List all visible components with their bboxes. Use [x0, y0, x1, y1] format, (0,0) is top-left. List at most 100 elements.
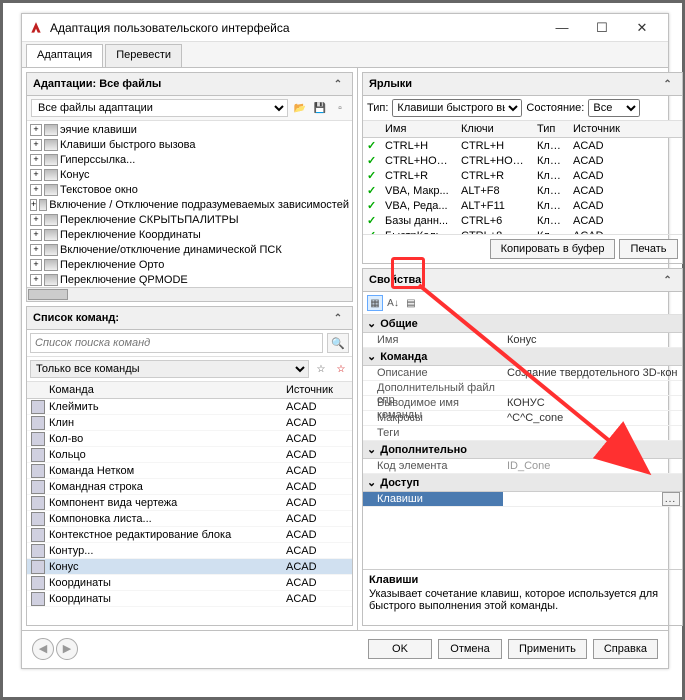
ok-button[interactable]: OK: [368, 639, 432, 659]
command-row[interactable]: Кол-воACAD: [27, 431, 352, 447]
state-combo[interactable]: Все: [588, 99, 640, 117]
command-list-panel: Список команд: ⌃ 🔍 Только все команды ☆ …: [26, 306, 353, 626]
tree-item[interactable]: +Переключение СКРЫТЬПАЛИТРЫ: [28, 212, 351, 227]
props-page-icon[interactable]: ▤: [403, 295, 419, 311]
cascade-icon[interactable]: ▫: [332, 100, 348, 116]
command-icon: [31, 576, 45, 590]
shortcut-row[interactable]: ✓VBA, Макр...ALT+F8Кла...ACAD: [363, 183, 682, 198]
categorize-icon[interactable]: ▦: [367, 295, 383, 311]
command-row[interactable]: КоординатыACAD: [27, 591, 352, 607]
expand-icon[interactable]: +: [30, 214, 42, 226]
command-row[interactable]: Контур...ACAD: [27, 543, 352, 559]
tree-item[interactable]: +эячие клавиши: [28, 122, 351, 137]
expand-icon[interactable]: +: [30, 229, 42, 241]
minimize-button[interactable]: —: [542, 16, 582, 40]
titlebar: Адаптация пользовательского интерфейса —…: [22, 14, 668, 42]
shortcut-row[interactable]: ✓Базы данн...CTRL+6Кла...ACAD: [363, 213, 682, 228]
tree-item[interactable]: +Переключение Координаты: [28, 227, 351, 242]
adaptation-file-combo[interactable]: Все файлы адаптации: [31, 99, 288, 117]
expand-icon[interactable]: +: [30, 139, 42, 151]
copy-to-buffer-button[interactable]: Копировать в буфер: [490, 239, 616, 259]
tree-item[interactable]: +Переключение Орто: [28, 257, 351, 272]
col-source[interactable]: Источник: [282, 382, 352, 398]
expand-icon[interactable]: +: [30, 154, 42, 166]
shortcuts-panel: Ярлыки ⌃ Тип: Клавиши быстрого вызова Со…: [362, 72, 683, 264]
command-icon: [31, 480, 45, 494]
save-icon[interactable]: 💾: [312, 100, 328, 116]
tree-item[interactable]: +Клавиши быстрого вызова: [28, 137, 351, 152]
shortcut-row[interactable]: ✓CTRL+RCTRL+RКла...ACAD: [363, 168, 682, 183]
horizontal-scrollbar[interactable]: [27, 287, 352, 301]
command-filter-combo[interactable]: Только все команды: [30, 360, 309, 378]
shortcuts-table[interactable]: Имя Ключи Тип Источник ✓CTRL+HCTRL+HКла.…: [363, 121, 682, 234]
node-icon: [44, 214, 58, 226]
star-remove-icon[interactable]: ☆: [333, 361, 349, 377]
tree-item[interactable]: +Гиперссылка...: [28, 152, 351, 167]
command-row[interactable]: КлинACAD: [27, 415, 352, 431]
main-tabs: Адаптация Перевести: [22, 42, 668, 68]
open-icon[interactable]: 📂: [292, 100, 308, 116]
expand-icon[interactable]: +: [30, 124, 42, 136]
command-row[interactable]: Компоновка листа...ACAD: [27, 511, 352, 527]
collapse-icon[interactable]: ⌃: [330, 76, 346, 92]
collapse-icon[interactable]: ⌃: [660, 272, 676, 288]
close-button[interactable]: ✕: [622, 16, 662, 40]
command-row[interactable]: Командная строкаACAD: [27, 479, 352, 495]
nav-back-button[interactable]: ◀: [32, 638, 54, 660]
star-add-icon[interactable]: ☆: [313, 361, 329, 377]
properties-title: Свойства: [369, 274, 421, 286]
shortcut-row[interactable]: ✓CTRL+HOMECTRL+HOMEКла...ACAD: [363, 153, 682, 168]
command-icon: [31, 400, 45, 414]
type-label: Тип:: [367, 102, 388, 114]
nav-forward-button[interactable]: ▶: [56, 638, 78, 660]
tab-adapt[interactable]: Адаптация: [26, 44, 103, 67]
command-row[interactable]: КоординатыACAD: [27, 575, 352, 591]
app-icon: [28, 20, 44, 36]
tree-item[interactable]: +Включение/отключение динамической ПСК: [28, 242, 351, 257]
shortcut-row[interactable]: ✓CTRL+HCTRL+HКла...ACAD: [363, 138, 682, 153]
expand-icon[interactable]: +: [30, 199, 37, 211]
tree-item[interactable]: +Переключение QPMODE: [28, 272, 351, 287]
adaptation-tree[interactable]: +эячие клавиши+Клавиши быстрого вызова+Г…: [27, 121, 352, 287]
expand-icon[interactable]: +: [30, 169, 42, 181]
keys-ellipsis-button[interactable]: ...: [662, 492, 680, 506]
command-row[interactable]: Контекстное редактирование блокаACAD: [27, 527, 352, 543]
command-row[interactable]: Компонент вида чертежаACAD: [27, 495, 352, 511]
search-button[interactable]: 🔍: [327, 333, 349, 353]
tab-translate[interactable]: Перевести: [105, 44, 182, 67]
expand-icon[interactable]: +: [30, 259, 42, 271]
apply-button[interactable]: Применить: [508, 639, 587, 659]
collapse-icon[interactable]: ⌃: [330, 310, 346, 326]
command-table[interactable]: Команда Источник КлеймитьACADКлинACADКол…: [27, 382, 352, 625]
shortcut-row[interactable]: ✓VBA, Реда...ALT+F11Кла...ACAD: [363, 198, 682, 213]
command-row[interactable]: Команда НеткомACAD: [27, 463, 352, 479]
command-row[interactable]: КонусACAD: [27, 559, 352, 575]
col-command[interactable]: Команда: [45, 382, 282, 398]
tree-item[interactable]: +Конус: [28, 167, 351, 182]
help-button[interactable]: Справка: [593, 639, 658, 659]
expand-icon[interactable]: +: [30, 244, 42, 256]
command-icon: [31, 544, 45, 558]
print-button[interactable]: Печать: [619, 239, 677, 259]
keys-property-row[interactable]: Клавиши ...: [363, 492, 682, 507]
node-icon: [44, 124, 58, 136]
node-icon: [44, 274, 58, 286]
cancel-button[interactable]: Отмена: [438, 639, 502, 659]
command-icon: [31, 432, 45, 446]
collapse-icon[interactable]: ⌃: [660, 76, 676, 92]
node-icon: [44, 244, 58, 256]
type-combo[interactable]: Клавиши быстрого вызова: [392, 99, 522, 117]
expand-icon[interactable]: +: [30, 184, 42, 196]
tree-item[interactable]: +Текстовое окно: [28, 182, 351, 197]
expand-icon[interactable]: +: [30, 274, 42, 286]
adaptations-title: Адаптации: Все файлы: [33, 78, 161, 90]
dialog-window: Адаптация пользовательского интерфейса —…: [21, 13, 669, 669]
tree-item[interactable]: +Включение / Отключение подразумеваемых …: [28, 197, 351, 212]
command-search-input[interactable]: [30, 333, 323, 353]
node-icon: [44, 154, 58, 166]
command-icon: [31, 416, 45, 430]
command-row[interactable]: КольцоACAD: [27, 447, 352, 463]
maximize-button[interactable]: ☐: [582, 16, 622, 40]
sort-az-icon[interactable]: A↓: [385, 295, 401, 311]
command-row[interactable]: КлеймитьACAD: [27, 399, 352, 415]
